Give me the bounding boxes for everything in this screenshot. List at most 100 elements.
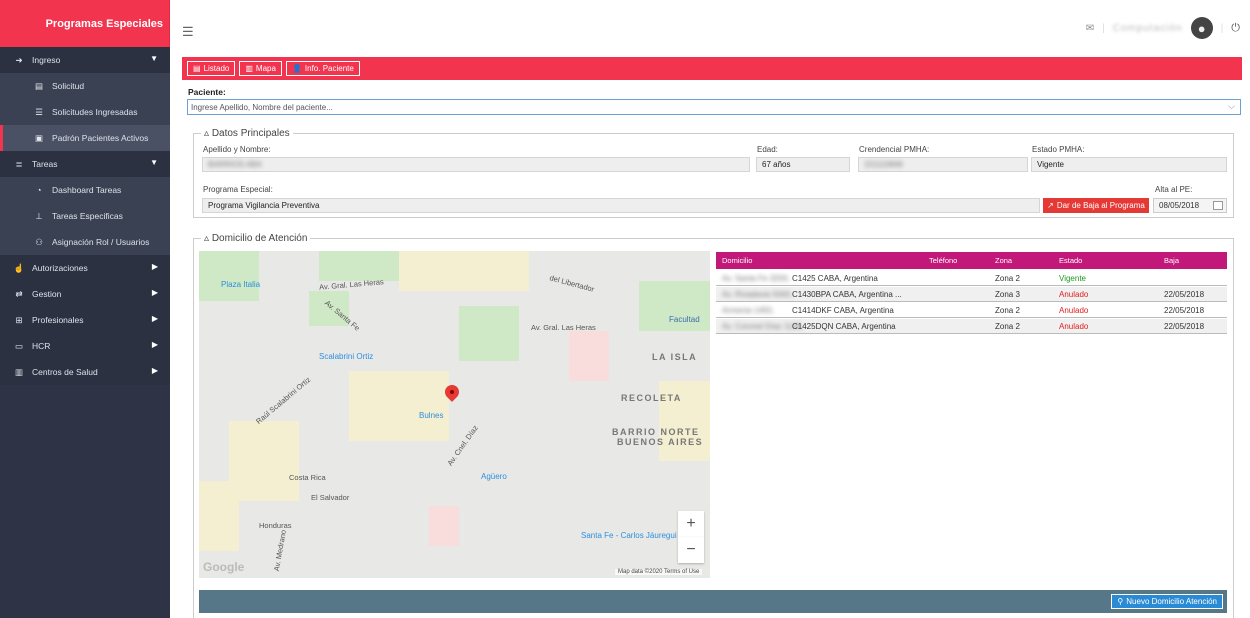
domicilio-legend-text: Domicilio de Atención [211,233,308,244]
sidebar-item-label: HCR [32,341,51,351]
nuevo-domicilio-button[interactable]: ⚲ Nuevo Domicilio Atención [1111,594,1223,609]
sidebar-item-label: Solicitudes Ingresadas [52,107,138,117]
sidebar-item-0[interactable]: ➜ Ingreso ▼ [0,47,170,73]
map-attribution: Map data ©2020 Terms of Use [615,569,703,575]
info-label: Info. Paciente [304,64,354,73]
map-label-salvador: El Salvador [311,493,350,502]
sidebar-item-10[interactable]: ⊞ Profesionales ▶ [0,307,170,333]
cell-estado: Anulado [1059,306,1089,315]
dar-de-baja-button[interactable]: ↗ Dar de Baja al Programa [1043,198,1149,213]
cell-zona: Zona 2 [995,274,1020,283]
power-icon[interactable]: ⏻ [1231,22,1240,35]
alta-date-field[interactable]: 08/05/2018 [1153,198,1227,213]
cell-baja: 22/05/2018 [1164,290,1205,299]
col-baja[interactable]: Baja [1164,256,1179,265]
listado-label: Listado [203,64,230,73]
sidebar-item-7[interactable]: ⚇ Asignación Rol / Usuarios [0,229,170,255]
map-label-santa-fe-jaure: Santa Fe - Carlos Jáuregui [581,531,677,540]
hamburger-menu-icon[interactable]: ☰ [182,24,194,40]
sidebar-item-label: Padrón Pacientes Activos [52,133,149,143]
list-icon: ▤ [193,64,201,73]
table-row[interactable]: Av. Coronel Díaz 1136, C1425DQN CABA, Arg… [716,319,1227,334]
edad-field[interactable]: 67 años [756,157,850,172]
edad-label: Edad: [757,145,778,154]
domicilio-legend[interactable]: ▵ Domicilio de Atención [201,233,310,244]
calendar-icon[interactable] [1213,201,1223,210]
datos-legend[interactable]: ▵ Datos Principales [201,128,293,139]
sidebar-item-12[interactable]: ▥ Centros de Salud ▶ [0,359,170,385]
sidebar-item-3[interactable]: ▣ Padrón Pacientes Activos [0,125,170,151]
external-link-icon: ↗ [1047,201,1054,210]
table-row[interactable]: Av. Santa Fe 3200, C1425 CABA, Argentina Z… [716,271,1227,286]
map-label-plaza-italia: Plaza Italia [221,280,261,289]
zoom-out-button[interactable]: − [678,537,704,563]
programa-field[interactable]: Programa Vigilancia Preventiva [202,198,1040,213]
terms-link[interactable]: Terms of Use [664,569,699,575]
estado-field[interactable]: Vigente [1031,157,1227,172]
cell-domicilio-blur: Av. Santa Fe 3200, [722,274,790,283]
info-paciente-button[interactable]: 👤 Info. Paciente [285,61,360,76]
programa-label: Programa Especial: [203,185,273,194]
map-data-text: Map data ©2020 [618,569,663,575]
map-label-scalabrini: Scalabrini Ortiz [319,352,374,361]
mail-icon[interactable]: ✉ [1086,23,1094,34]
sidebar-item-label: Solicitud [52,81,85,91]
caret-icon: ▶ [151,340,158,349]
cell-baja: 22/05/2018 [1164,306,1205,315]
alta-value: 08/05/2018 [1159,201,1200,210]
sitemap-icon: ⊞ [15,314,23,325]
map-label-honduras: Honduras [259,521,292,530]
credencial-field[interactable]: 151110846 [858,157,1028,172]
sidebar-item-label: Tareas Especificas [52,211,123,221]
sidebar-item-4[interactable]: ≣ Tareas ▼ [0,151,170,177]
map-view[interactable]: Plaza Italia Scalabrini Ortiz Bulnes Agü… [199,251,710,578]
caret-icon: ▶ [151,288,158,297]
sidebar-nav: ➜ Ingreso ▼ ▤ Solicitud ☰ Solicitudes Ingresad… [0,47,170,385]
col-domicilio[interactable]: Domicilio [722,256,752,265]
col-estado[interactable]: Estado [1059,256,1082,265]
map-label-barrio-norte: BARRIO NORTE [612,427,700,437]
sidebar-item-9[interactable]: ⇄ Gestion ▶ [0,281,170,307]
user-avatar[interactable]: ● [1190,17,1213,39]
app-brand[interactable]: Programas Especiales [0,0,170,47]
sidebar-item-8[interactable]: ☝ Autorizaciones ▶ [0,255,170,281]
chevron-down-icon: ⌵ [1228,101,1235,111]
caret-icon: ▼ [150,158,158,167]
col-zona[interactable]: Zona [995,256,1012,265]
col-telefono[interactable]: Teléfono [929,256,957,265]
sidebar-item-label: Profesionales [32,315,84,325]
users-add-icon: ⚇ [35,236,43,247]
user-icon: 👤 [291,64,302,73]
paciente-label: Paciente: [188,87,226,97]
programa-value: Programa Vigilancia Preventiva [208,201,320,210]
map-label-las-heras-2: Av. Gral. Las Heras [531,323,596,332]
table-row[interactable]: Armenia 1450, C1414DKF CABA, Argentina Zon… [716,303,1227,318]
map-label-recoleta: RECOLETA [621,393,682,403]
cell-zona: Zona 2 [995,306,1020,315]
tasks-icon: ≣ [15,158,23,169]
listado-button[interactable]: ▤ Listado [187,61,236,76]
mapa-button[interactable]: ▥ Mapa [239,61,282,76]
sidebar-item-6[interactable]: ⊥ Tareas Especificas [0,203,170,229]
map-label-cnel-diaz: Av. Cnel. Díaz [445,423,480,468]
zoom-in-button[interactable]: + [678,511,704,537]
map-icon: ▥ [245,64,253,73]
sidebar-item-2[interactable]: ☰ Solicitudes Ingresadas [0,99,170,125]
caret-icon: ▶ [151,366,158,375]
sidebar-item-label: Gestion [32,289,62,299]
map-label-libertador: del Libertador [548,273,596,294]
apellido-field[interactable]: BARRIOS ABA [202,157,750,172]
sidebar-item-1[interactable]: ▤ Solicitud [0,73,170,99]
map-marker-dot [450,390,454,394]
paciente-select[interactable]: Ingrese Apellido, Nombre del paciente...… [187,99,1241,115]
map-marker-icon: ⚲ [1117,597,1124,606]
table-row[interactable]: Av. Rivadavia 5000, C1430BPA CABA, Argent… [716,287,1227,302]
sidebar-item-11[interactable]: ▭ HCR ▶ [0,333,170,359]
sidebar-item-5[interactable]: ◔ Dashboard Tareas [0,177,170,203]
cell-zona: Zona 2 [995,322,1020,331]
sidebar-item-label: Ingreso [32,55,61,65]
cell-estado: Anulado [1059,322,1089,331]
cell-domicilio-blur: Av. Rivadavia 5000, [722,290,793,299]
caret-icon: ▶ [151,262,158,271]
paciente-placeholder: Ingrese Apellido, Nombre del paciente... [191,102,333,112]
